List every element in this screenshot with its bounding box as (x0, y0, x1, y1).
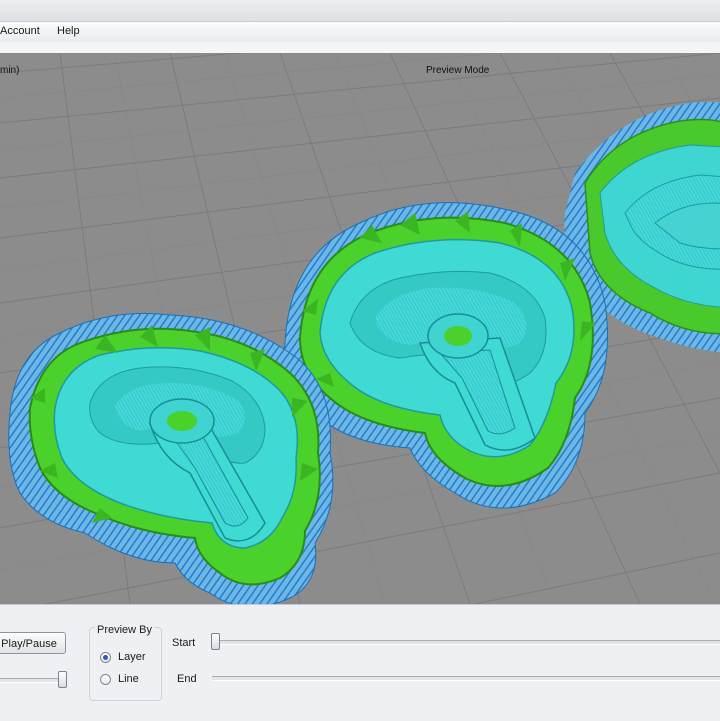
speed-slider-thumb[interactable] (58, 671, 67, 688)
line-radio[interactable] (100, 674, 111, 685)
menu-bar: Account Help (0, 21, 720, 43)
layer-radio[interactable] (100, 652, 111, 663)
preview-mode-label: Preview Mode (426, 65, 490, 76)
menu-account[interactable]: Account (0, 25, 40, 37)
playback-controls-panel: Play/Pause Preview By Layer Line Start E… (0, 604, 720, 721)
print-time-label: min) (0, 65, 20, 76)
menu-help[interactable]: Help (57, 25, 80, 37)
line-radio-label[interactable]: Line (118, 673, 139, 685)
end-label: End (177, 673, 197, 685)
radio-selected-dot (103, 655, 108, 660)
preview-by-group (89, 627, 162, 701)
preview-viewport[interactable]: min) Preview Mode (0, 53, 720, 604)
play-pause-button[interactable]: Play/Pause (0, 632, 66, 654)
start-label: Start (172, 637, 196, 649)
print-bed-render (0, 53, 720, 604)
start-slider-thumb[interactable] (211, 633, 220, 650)
window-titlebar (0, 0, 720, 21)
preview-by-title: Preview By (95, 624, 155, 636)
layer-radio-label[interactable]: Layer (118, 651, 146, 663)
start-slider-track[interactable] (212, 640, 720, 645)
speed-slider-track[interactable] (0, 678, 66, 683)
end-slider-track[interactable] (212, 676, 720, 681)
